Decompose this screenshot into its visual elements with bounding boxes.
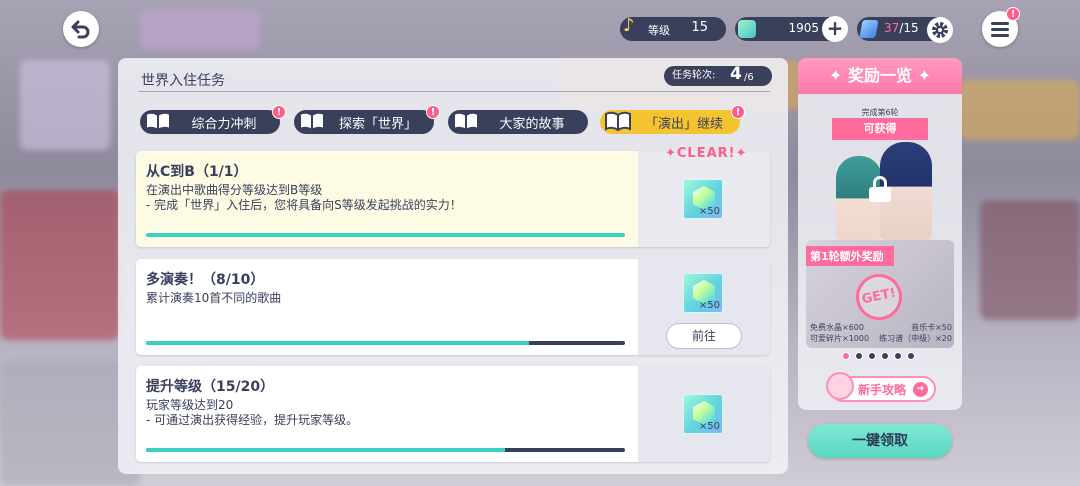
- level-value: 15: [691, 20, 708, 35]
- tab-power-sprint[interactable]: 综合力冲刺: [140, 110, 280, 134]
- tab-label: 综合力冲刺: [191, 116, 257, 132]
- page-dot[interactable]: [855, 352, 863, 360]
- gear-icon: [932, 22, 948, 38]
- tab-badge: !: [426, 105, 440, 119]
- beginner-guide-button[interactable]: 新手攻略 ➜: [826, 372, 936, 402]
- mission-description: 玩家等级达到20 - 可通过演出获得经验，提升玩家等级。: [146, 398, 358, 428]
- panel-title: 世界入住任务: [141, 73, 225, 89]
- reward-quantity: ×50: [698, 300, 720, 311]
- tab-badge: !: [731, 105, 745, 119]
- bonus-reward-tag: 第1轮额外奖励: [806, 246, 894, 266]
- page-dot[interactable]: [868, 352, 876, 360]
- bonus-item: 免费水晶×600: [810, 323, 864, 332]
- book-icon: [605, 111, 631, 132]
- description-line: - 可通过演出获得经验，提升玩家等级。: [146, 413, 359, 427]
- reward-ribbon: 可获得: [832, 118, 928, 140]
- bonus-item: 音乐卡×50: [911, 323, 952, 332]
- reward-quantity: ×50: [698, 206, 720, 217]
- arrow-right-icon: ➜: [913, 382, 928, 397]
- progress-fill: [146, 233, 625, 237]
- stamina-current: 37: [884, 21, 900, 35]
- description-line: 在演出中歌曲得分等级达到B等级: [146, 183, 323, 197]
- claim-all-button[interactable]: 一键领取: [808, 424, 952, 458]
- tab-everyones-story[interactable]: 大家的故事: [448, 110, 588, 134]
- round-label: 任务轮次:: [672, 70, 716, 81]
- guide-label: 新手攻略: [858, 382, 907, 397]
- description-line: 累计演奏10首不同的歌曲: [146, 291, 282, 305]
- back-arrow-icon: [71, 20, 90, 39]
- character-reward-preview[interactable]: [832, 142, 932, 240]
- stamina-value: 37/15: [884, 21, 919, 35]
- mission-progress-bar: [146, 448, 625, 452]
- add-gems-button[interactable]: +: [822, 16, 848, 42]
- reward-quantity: ×50: [698, 421, 720, 432]
- mission-round-indicator: 任务轮次: 4 /6: [664, 64, 772, 86]
- settings-button[interactable]: [927, 17, 953, 43]
- clear-stamp: ✦CLEAR!✦: [665, 146, 748, 161]
- page-dot[interactable]: [894, 352, 902, 360]
- tab-label: 「演出」继续: [644, 116, 723, 132]
- bonus-item-list: 免费水晶×600 音乐卡×50 可爱碎片×1000 练习谱（中级）×20: [810, 322, 952, 344]
- book-icon: [145, 111, 171, 132]
- mission-progress-bar: [146, 233, 625, 237]
- level-label: 等级: [648, 24, 670, 37]
- mission-progress-bar: [146, 341, 625, 345]
- stamina-max: /15: [899, 21, 919, 35]
- lock-icon: [869, 176, 891, 202]
- music-note-icon: ♪: [623, 15, 635, 36]
- progress-fill: [146, 448, 506, 452]
- crystal-reward-icon: ×50: [683, 394, 723, 434]
- get-stamp: GET!: [851, 269, 907, 325]
- reward-overview-title: ✦ 奖励一览 ✦: [798, 58, 962, 94]
- bonus-item: 可爱碎片×1000: [810, 334, 870, 343]
- gem-icon: [738, 20, 756, 38]
- title-divider: [138, 91, 770, 92]
- page-dot[interactable]: [907, 352, 915, 360]
- tab-badge: !: [272, 105, 286, 119]
- round-current: 4: [730, 64, 742, 84]
- player-level-pill: ♪ 等级 15: [620, 15, 726, 41]
- stamina-card-icon: [859, 20, 879, 38]
- mission-panel: 世界入住任务 任务轮次: 4 /6 综合力冲刺 ! 探索「世界」 ! 大家的故事: [118, 58, 788, 474]
- mission-card[interactable]: 多演奏！（8/10） 累计演奏10首不同的歌曲 ×50 前往: [136, 259, 770, 355]
- ribbon-caption: 完成第6轮: [861, 108, 899, 117]
- round-max: /6: [744, 72, 754, 83]
- page-dot[interactable]: [842, 352, 850, 360]
- description-line: - 完成「世界」入住后，您将具备向S等级发起挑战的实力！: [146, 198, 462, 212]
- hamburger-icon: [991, 19, 1009, 40]
- go-to-button[interactable]: 前往: [666, 323, 742, 349]
- mission-description: 累计演奏10首不同的歌曲: [146, 291, 281, 306]
- mascot-icon: [826, 372, 854, 400]
- gem-currency-pill: 1905 +: [735, 16, 848, 42]
- bonus-reward-box[interactable]: 第1轮额外奖励 GET! 免费水晶×600 音乐卡×50 可爱碎片×1000 练习谱…: [806, 240, 954, 348]
- mission-title: 提升等级（15/20）: [146, 379, 275, 395]
- mission-card[interactable]: 从C到B（1/1） 在演出中歌曲得分等级达到B等级 - 完成「世界」入住后，您将…: [136, 151, 770, 247]
- tab-explore-world[interactable]: 探索「世界」: [294, 110, 434, 134]
- progress-fill: [146, 341, 530, 345]
- mission-title: 多演奏！（8/10）: [146, 272, 265, 288]
- page-indicator: [842, 352, 915, 360]
- bonus-item: 练习谱（中级）×20: [879, 334, 952, 343]
- description-line: 玩家等级达到20: [146, 398, 234, 412]
- book-icon: [299, 111, 325, 132]
- tab-performance-continue[interactable]: 「演出」继续: [600, 110, 740, 134]
- crystal-reward-icon: ×50: [683, 273, 723, 313]
- reward-overview-panel: ✦ 奖励一览 ✦ 完成第6轮 可获得 第1轮额外奖励 GET! 免费水晶×600…: [798, 58, 962, 410]
- mission-description: 在演出中歌曲得分等级达到B等级 - 完成「世界」入住后，您将具备向S等级发起挑战…: [146, 183, 462, 213]
- gem-count: 1905: [788, 21, 819, 35]
- menu-notification-badge: !: [1006, 7, 1020, 21]
- tab-label: 探索「世界」: [338, 116, 417, 132]
- book-icon: [453, 111, 479, 132]
- crystal-reward-icon: ×50: [683, 179, 723, 219]
- mission-card[interactable]: 提升等级（15/20） 玩家等级达到20 - 可通过演出获得经验，提升玩家等级。…: [136, 366, 770, 462]
- back-button[interactable]: [63, 11, 99, 47]
- tab-label: 大家的故事: [499, 116, 565, 132]
- mission-title: 从C到B（1/1）: [146, 164, 248, 180]
- page-dot[interactable]: [881, 352, 889, 360]
